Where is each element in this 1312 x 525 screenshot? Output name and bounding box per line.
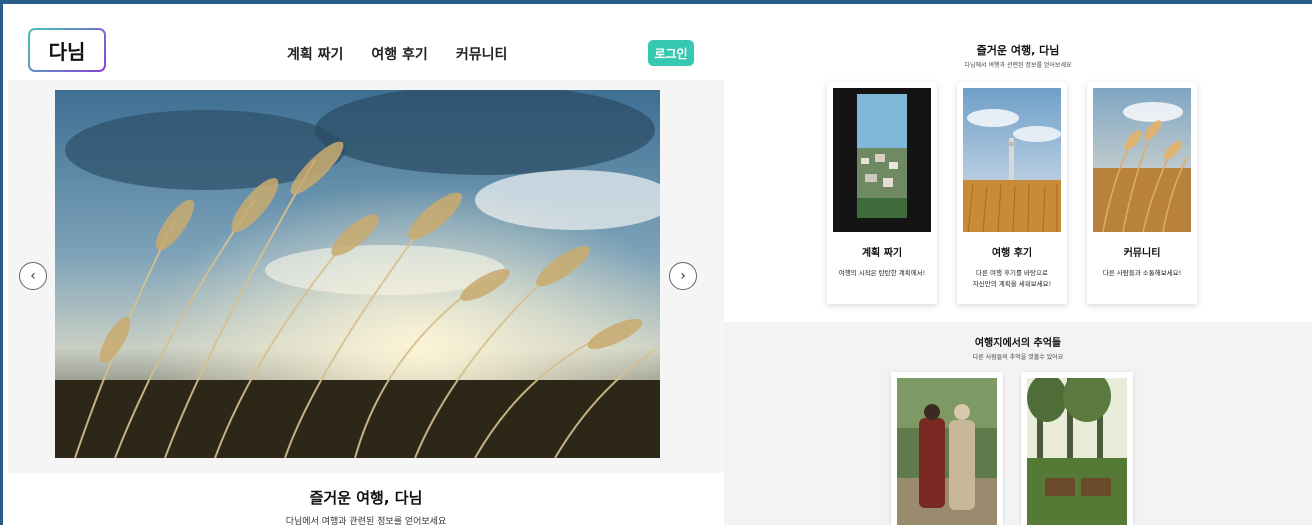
park-bench-image (1027, 378, 1127, 525)
window-top-border (0, 0, 1312, 4)
feature-card-title: 여행 후기 (991, 248, 1033, 259)
menu-item-community[interactable]: 커뮤니티 (456, 44, 508, 64)
wheat-field-tower-image (963, 88, 1061, 232)
menu-item-plan[interactable]: 계획 짜기 (287, 44, 343, 64)
memories-title: 여행지에서의 추억들 (974, 338, 1062, 349)
chevron-left-icon: ‹ (30, 268, 36, 284)
feature-card-plan[interactable]: 계획 짜기 여행의 시작은 탄탄한 계획에서! (827, 82, 937, 304)
feature-card-review[interactable]: 여행 후기 다른 여행 후기를 바탕으로 자신만의 계획을 세워보세요! (957, 82, 1067, 304)
main-menu: 계획 짜기 여행 후기 커뮤니티 (287, 44, 507, 64)
menu-item-review[interactable]: 여행 후기 (371, 44, 427, 64)
welcome-title: 즐거운 여행, 다님 (309, 489, 423, 507)
window-view-image (833, 88, 931, 232)
memory-card[interactable] (891, 372, 1003, 525)
features-page-panel: 즐거운 여행, 다님 다님에서 여행과 관련된 정보를 얻어보세요 계획 짜기 … (724, 30, 1312, 525)
feature-card-desc: 여행의 시작은 탄탄한 계획에서! (838, 269, 926, 277)
feature-card-desc: 다른 사람들과 소통해보세요! (1102, 269, 1182, 277)
feature-card-title: 커뮤니티 (1123, 248, 1161, 259)
memories-subtitle: 다른 사람들의 추억을 엿볼수 있어요 (972, 354, 1064, 361)
features-subtitle: 다님에서 여행과 관련된 정보를 얻어보세요 (964, 62, 1072, 69)
feature-card-desc: 다른 여행 후기를 바탕으로 자신만의 계획을 세워보세요! (972, 269, 1052, 288)
window-left-border (0, 0, 3, 525)
chevron-right-icon: › (680, 268, 686, 284)
logo[interactable]: 다님 (28, 28, 106, 72)
login-button[interactable]: 로그인 (648, 40, 694, 66)
memory-card[interactable] (1021, 372, 1133, 525)
slider-next-button[interactable]: › (669, 262, 697, 290)
home-page-panel: 다님 계획 짜기 여행 후기 커뮤니티 로그인 ‹ › 즐거운 여행, 다님 다… (8, 8, 724, 525)
silver-grass-image (1093, 88, 1191, 232)
slider-prev-button[interactable]: ‹ (19, 262, 47, 290)
navbar: 다님 계획 짜기 여행 후기 커뮤니티 로그인 (8, 8, 724, 80)
feature-card-community[interactable]: 커뮤니티 다른 사람들과 소통해보세요! (1087, 82, 1197, 304)
feature-card-title: 계획 짜기 (861, 248, 903, 259)
features-title: 즐거운 여행, 다님 (976, 44, 1060, 57)
welcome-subtitle: 다님에서 여행과 관련된 정보를 얻어보세요 (285, 517, 447, 525)
couple-walking-image (897, 378, 997, 525)
welcome-section: 즐거운 여행, 다님 다님에서 여행과 관련된 정보를 얻어보세요 (8, 473, 724, 525)
hero-slider-image (55, 90, 660, 458)
memories-section: 여행지에서의 추억들 다른 사람들의 추억을 엿볼수 있어요 (724, 322, 1312, 525)
